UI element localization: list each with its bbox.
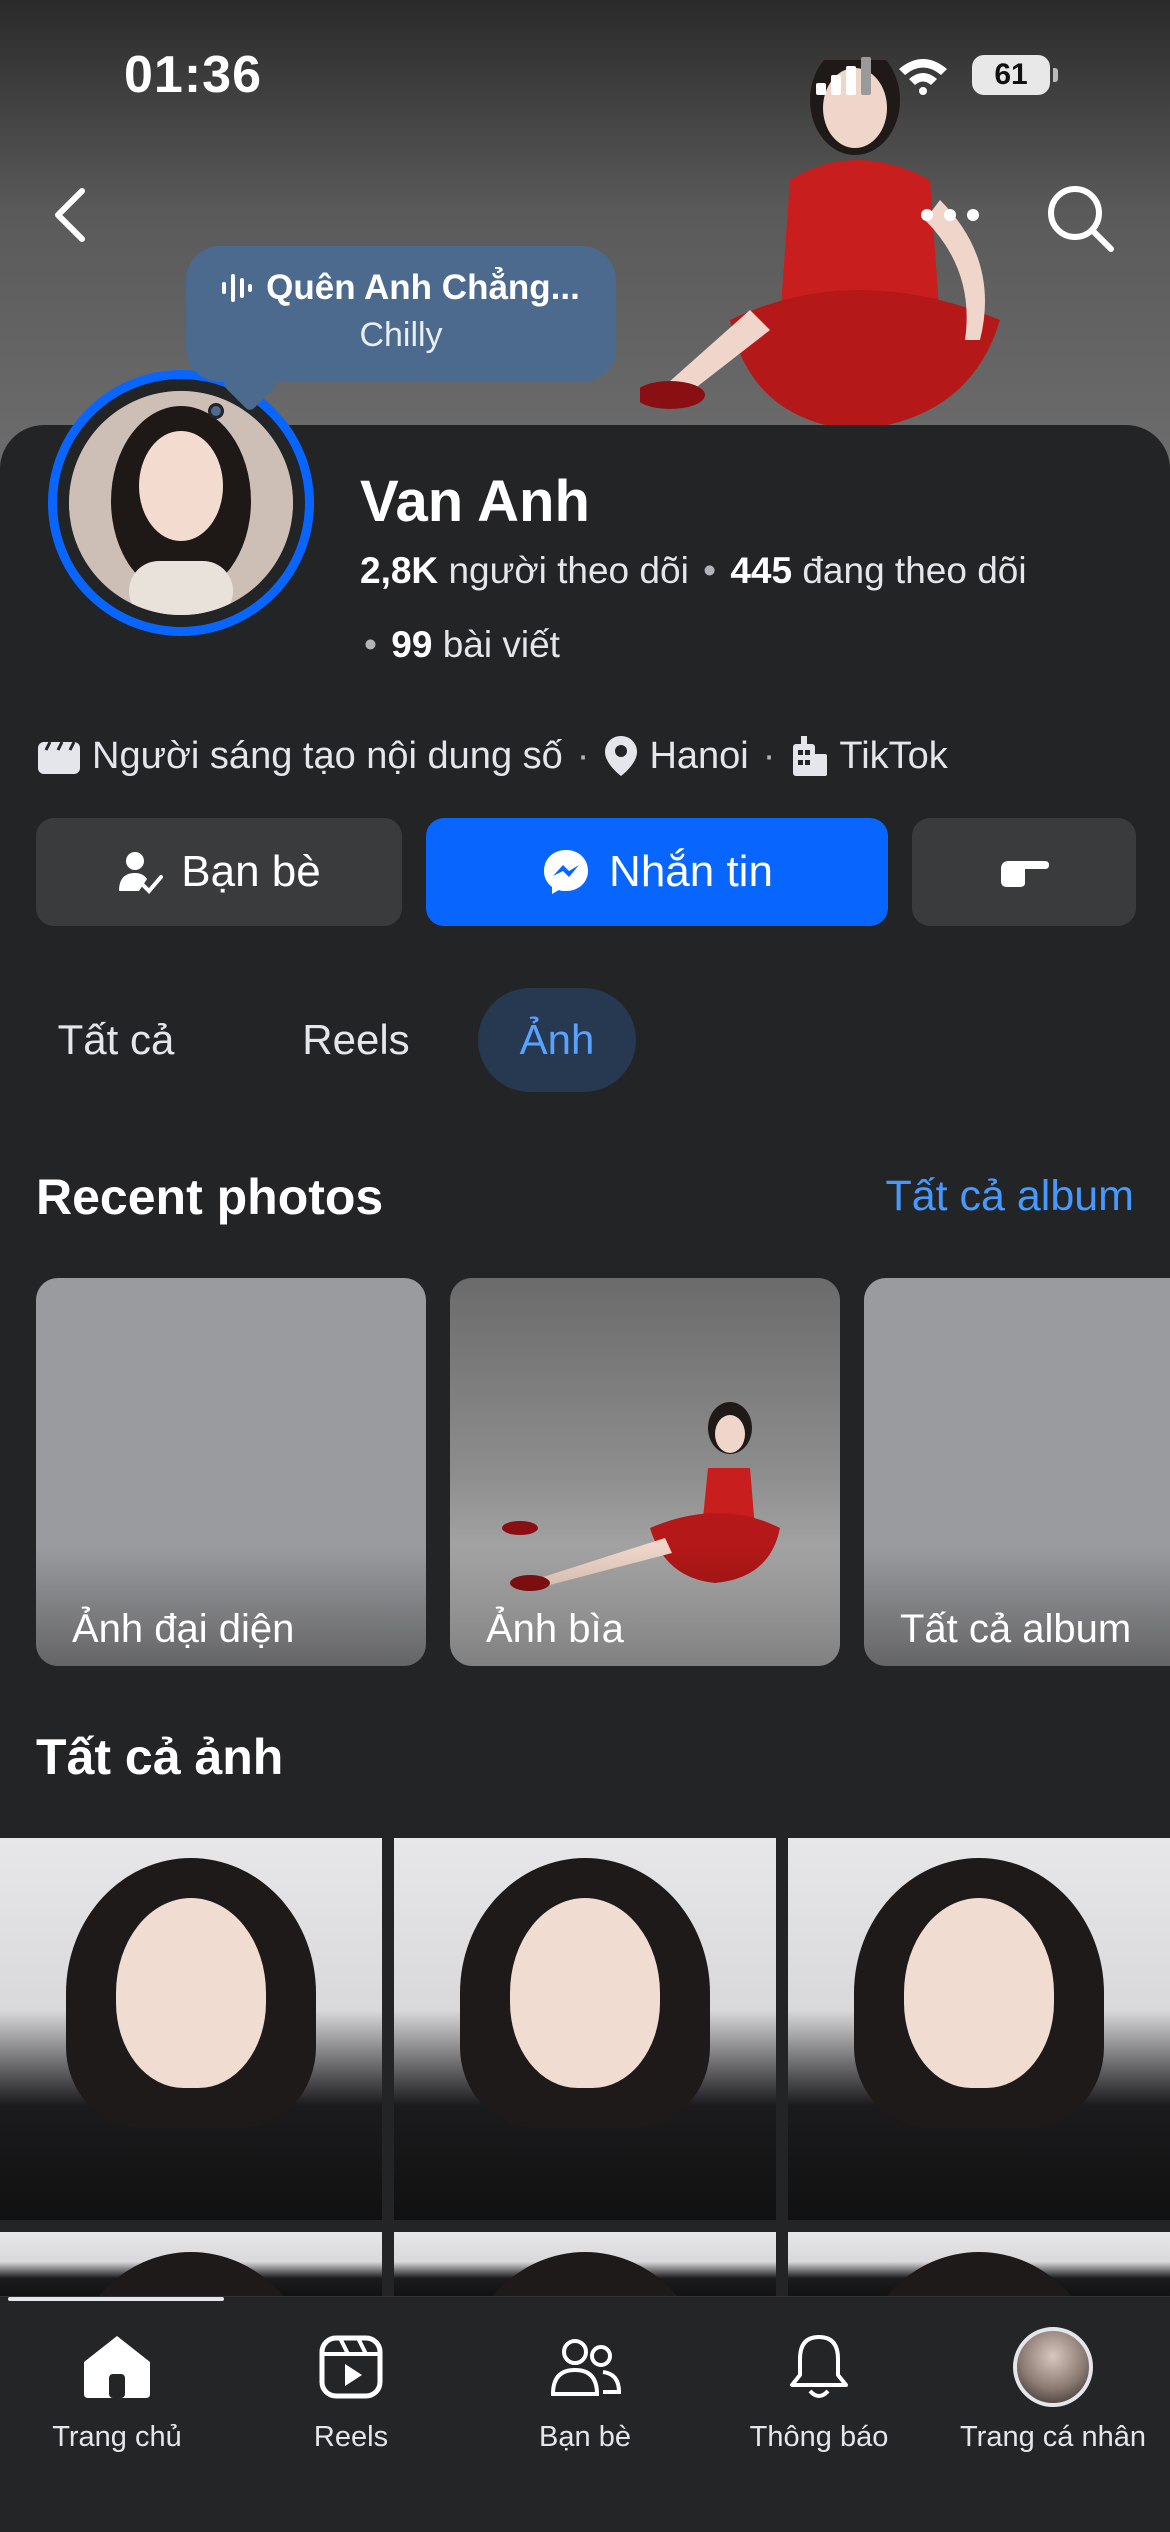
profile-music-bubble[interactable]: Quên Anh Chẳng... Chilly <box>186 246 616 413</box>
following-label[interactable]: đang theo dõi <box>802 550 1026 591</box>
photo-subject-face <box>510 1898 660 2088</box>
photo-thumbnail[interactable] <box>394 1838 776 2220</box>
photo-thumbnail[interactable] <box>788 2232 1170 2298</box>
status-icons: 61 <box>816 55 1058 95</box>
album-carousel: Ảnh đại diện Ảnh bìa Tất cả album <box>36 1278 1170 1666</box>
active-tab-indicator <box>8 2297 224 2301</box>
status-bar: 01:36 61 <box>0 0 1170 150</box>
battery-level: 61 <box>994 58 1028 91</box>
photo-subject-hair <box>66 2252 316 2298</box>
photo-subject-face <box>904 1898 1054 2088</box>
music-title-row: Quên Anh Chẳng... <box>222 268 580 308</box>
all-albums-link[interactable]: Tất cả album <box>885 1172 1134 1221</box>
poke-hand-icon <box>1001 861 1049 887</box>
home-icon <box>77 2327 157 2407</box>
following-count[interactable]: 445 <box>730 550 792 591</box>
tab-reels[interactable]: Reels <box>276 988 436 1092</box>
nav-profile[interactable]: Trang cá nhân <box>936 2327 1170 2487</box>
photo-subject-face <box>116 1898 266 2088</box>
album-profile-pictures[interactable]: Ảnh đại diện <box>36 1278 426 1666</box>
status-time: 01:36 <box>124 46 262 104</box>
stats-bullet-2: • <box>364 624 377 665</box>
search-button[interactable] <box>1040 178 1120 258</box>
profile-page: 01:36 61 Quên Anh Chẳng... Chilly Van An… <box>0 0 1170 2532</box>
posts-stats: • 99 bài viết <box>360 624 560 666</box>
recent-photos-title: Recent photos <box>36 1169 384 1225</box>
photo-thumbnail[interactable] <box>0 2232 382 2298</box>
photo-subject-hair <box>460 2252 710 2298</box>
clapperboard-icon <box>38 741 80 774</box>
workplace-text: TikTok <box>839 734 948 777</box>
more-options-button[interactable] <box>910 190 990 240</box>
posts-label: bài viết <box>442 624 560 665</box>
photo-subject-hair <box>854 2252 1104 2298</box>
album-label: Ảnh đại diện <box>72 1607 295 1651</box>
bubble-dot <box>208 403 224 419</box>
all-photos-title: Tất cả ảnh <box>36 1729 284 1785</box>
bottom-nav: Trang chủ Reels Bạn bè Thông báo Trang c… <box>0 2296 1170 2532</box>
back-button[interactable] <box>40 180 100 250</box>
reels-icon <box>311 2327 391 2407</box>
nav-home-label: Trang chủ <box>52 2421 182 2453</box>
category-text: Người sáng tạo nội dung số <box>92 734 563 777</box>
followers-count[interactable]: 2,8K <box>360 550 438 591</box>
nav-reels-label: Reels <box>313 2421 389 2453</box>
album-label: Tất cả album <box>900 1607 1132 1651</box>
nav-notifications-label: Thông báo <box>749 2421 889 2453</box>
poke-button[interactable] <box>912 818 1136 926</box>
wifi-icon <box>899 59 947 95</box>
profile-info-row: Người sáng tạo nội dung số · Hanoi · Tik… <box>36 728 948 784</box>
photo-grid <box>0 1838 1170 2298</box>
nav-reels[interactable]: Reels <box>234 2327 468 2487</box>
message-button[interactable]: Nhắn tin <box>426 818 888 926</box>
photo-thumbnail[interactable] <box>394 2232 776 2298</box>
nav-notifications[interactable]: Thông báo <box>702 2327 936 2487</box>
location-pin-icon <box>605 736 638 776</box>
nav-friends-label: Bạn bè <box>539 2421 631 2453</box>
location-text: Hanoi <box>649 734 749 777</box>
friends-button-label: Bạn bè <box>181 847 321 896</box>
profile-name: Van Anh <box>360 469 590 534</box>
music-artist: Chilly <box>359 316 443 354</box>
nav-profile-label: Trang cá nhân <box>960 2421 1146 2453</box>
battery-indicator: 61 <box>972 55 1058 95</box>
friends-icon <box>545 2327 625 2407</box>
audio-wave-icon <box>222 274 253 302</box>
profile-avatar-photo <box>69 391 293 615</box>
friend-check-icon <box>119 852 164 894</box>
profile-avatar[interactable] <box>48 370 314 636</box>
info-separator: · <box>576 734 590 777</box>
more-dots-icon <box>921 209 979 221</box>
music-title: Quên Anh Chẳng... <box>266 268 580 307</box>
chevron-left-icon <box>55 188 85 242</box>
messenger-icon <box>544 850 589 894</box>
cellular-signal-icon <box>816 57 871 95</box>
posts-count: 99 <box>391 624 433 665</box>
search-icon <box>1048 186 1114 252</box>
tab-all[interactable]: Tất cả <box>36 988 196 1092</box>
friends-button[interactable]: Bạn bè <box>36 818 402 926</box>
info-separator-2: · <box>762 734 776 777</box>
album-cover-photos[interactable]: Ảnh bìa <box>450 1278 840 1666</box>
photo-thumbnail[interactable] <box>788 1838 1170 2220</box>
stats-bullet: • <box>703 550 717 591</box>
avatar-portrait <box>69 391 293 615</box>
album-all[interactable]: Tất cả album <box>864 1278 1170 1666</box>
nav-home[interactable]: Trang chủ <box>0 2327 234 2487</box>
nav-friends[interactable]: Bạn bè <box>468 2327 702 2487</box>
message-button-label: Nhắn tin <box>609 847 773 896</box>
tab-photos[interactable]: Ảnh <box>478 988 636 1092</box>
follow-stats: 2,8K người theo dõi • 445 đang theo dõi <box>360 550 1027 592</box>
building-icon <box>793 736 828 776</box>
followers-label[interactable]: người theo dõi <box>448 550 688 591</box>
photo-thumbnail[interactable] <box>0 1838 382 2220</box>
bell-icon <box>779 2327 859 2407</box>
album-label: Ảnh bìa <box>486 1607 624 1651</box>
profile-avatar-icon <box>1013 2327 1093 2407</box>
